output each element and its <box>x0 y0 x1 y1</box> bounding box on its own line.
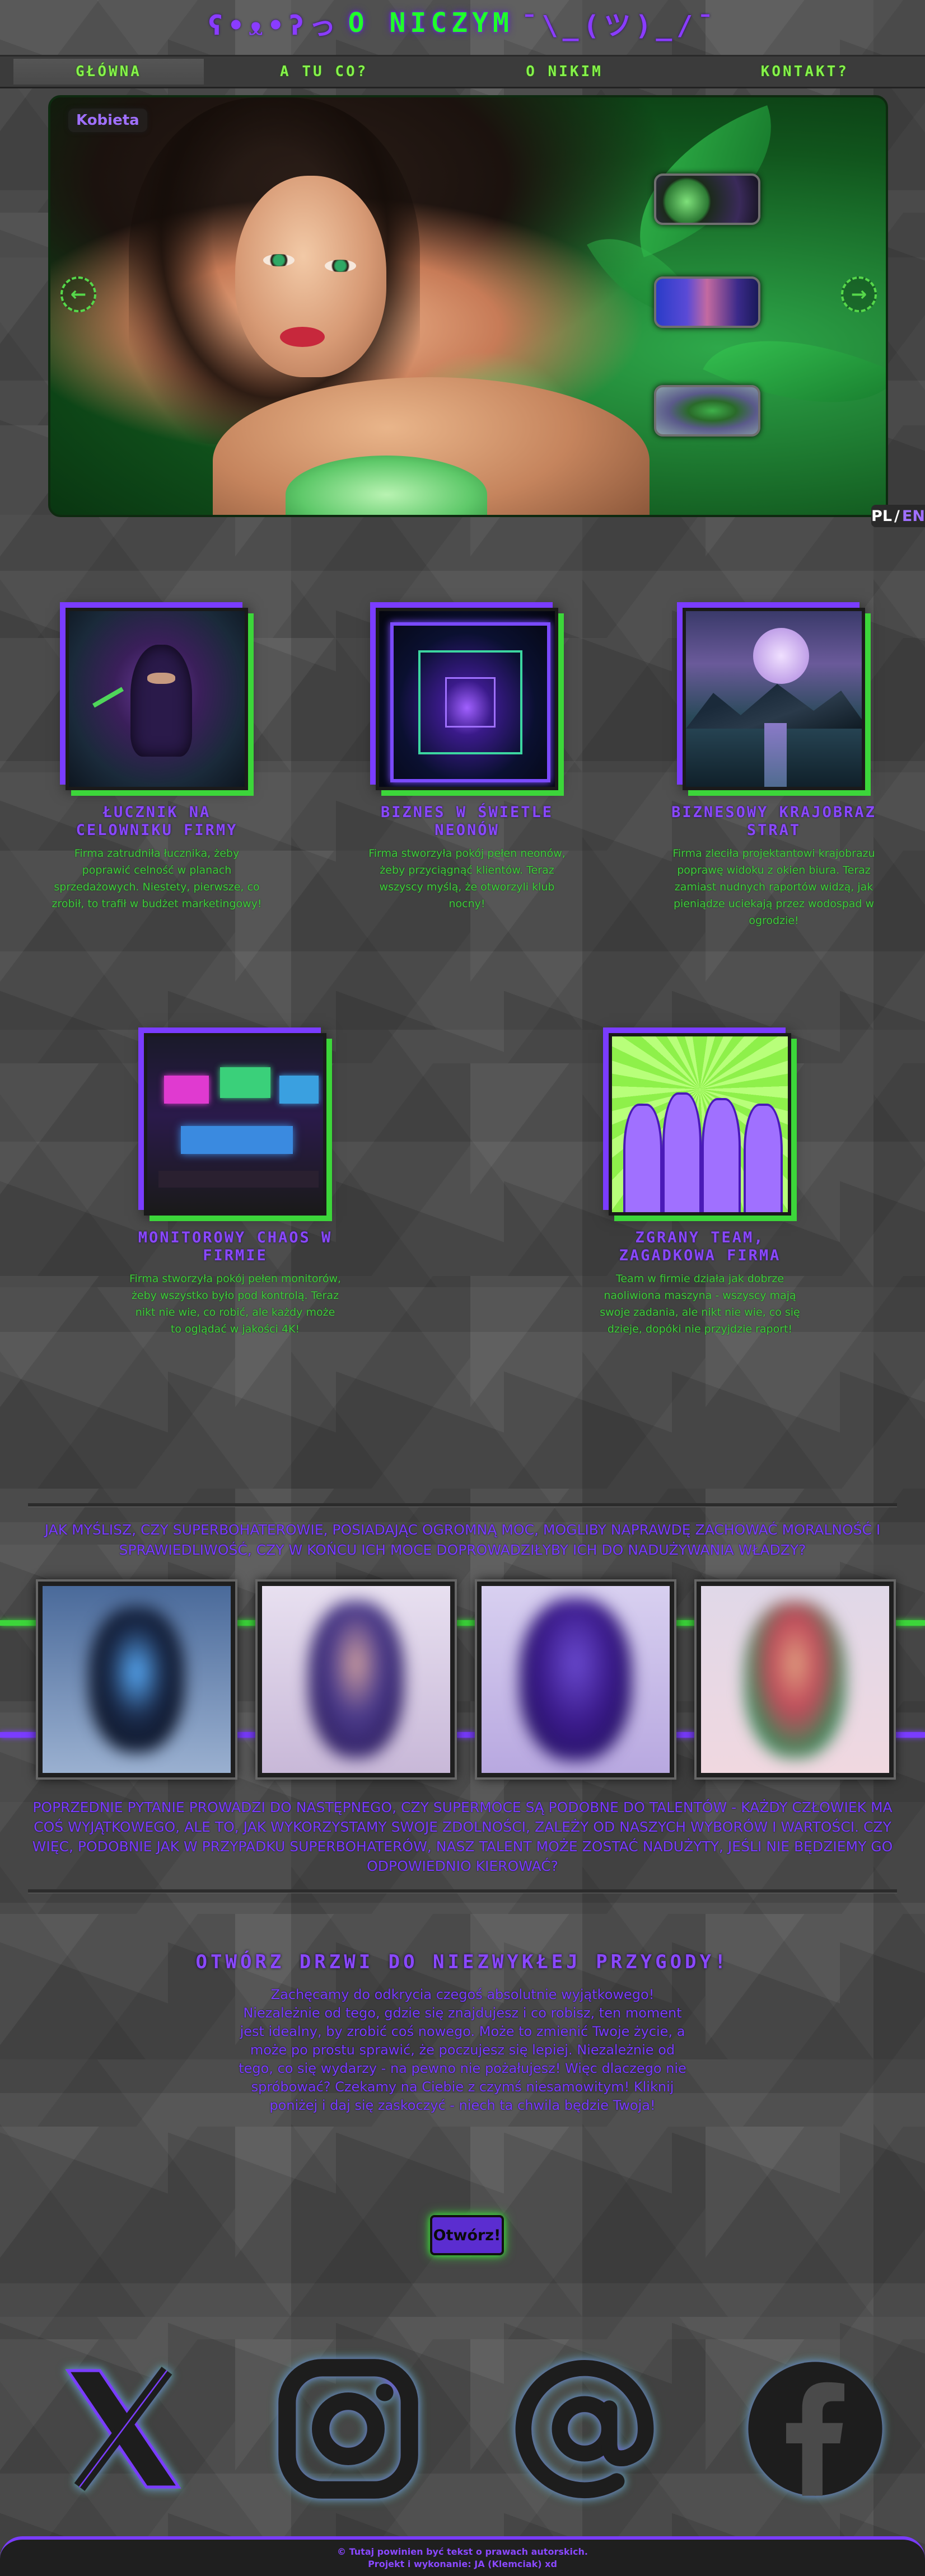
hero-lips <box>280 327 325 347</box>
card-image <box>609 1033 791 1216</box>
hero-eye <box>263 254 295 266</box>
hero-face <box>235 176 386 377</box>
card-archer: ŁUCZNIK NA CELOWNIKU FIRMY Firma zatrudn… <box>50 608 263 912</box>
lang-separator: / <box>894 507 900 525</box>
footer: © Tutaj powinien być tekst o prawach aut… <box>0 2536 925 2576</box>
hero-card-1[interactable] <box>38 1582 235 1777</box>
card-image <box>376 608 558 790</box>
card-text: Firma zatrudniła łucznika, żeby poprawić… <box>52 847 262 910</box>
card-neon: BIZNES W ŚWIETLE NEONÓW Firma stworzyła … <box>361 608 573 912</box>
card-title: ZGRANY TEAM, ZAGADKOWA FIRMA <box>619 1229 781 1264</box>
section-divider <box>28 1889 897 1893</box>
card-title: ŁUCZNIK NA CELOWNIKU FIRMY <box>76 804 238 839</box>
slider-next-button[interactable]: → <box>841 276 877 312</box>
title-emoticon-left: ʕ•ᴥ•ʔっ <box>207 10 340 41</box>
section-divider <box>28 1503 897 1507</box>
heroes-question: JAK MYŚLISZ, CZY SUPERBOHATEROWIE, POSIA… <box>44 1522 881 1558</box>
card-image <box>144 1033 326 1216</box>
hero-card-3[interactable] <box>477 1582 674 1777</box>
slider-prev-button[interactable]: ← <box>60 276 96 312</box>
hero-slider: ← → <box>48 95 888 517</box>
slider-thumb-fly[interactable] <box>654 385 760 437</box>
lang-pl[interactable]: PL <box>871 508 892 525</box>
nav-item-kontakt[interactable]: KONTAKT? <box>685 57 925 87</box>
open-button[interactable]: Otwórz! <box>430 2215 504 2255</box>
cta-heading: OTWÓRZ DRZWI DO NIEZWYKŁEJ PRZYGODY! <box>195 1951 730 1973</box>
card-title: MONITOROWY CHAOS W FIRMIE <box>138 1229 333 1264</box>
card-monitors: MONITOROWY CHAOS W FIRMIE Firma stworzył… <box>129 1033 342 1338</box>
heroes-answer: POPRZEDNIE PYTANIE PROWADZI DO NASTĘPNEG… <box>32 1799 893 1874</box>
hero-eye <box>325 260 356 272</box>
facebook-icon[interactable] <box>742 2356 888 2502</box>
slide-badge: Kobieta <box>68 109 147 132</box>
card-title: BIZNES W ŚWIETLE NEONÓW <box>380 804 554 839</box>
hero-card-4[interactable] <box>697 1582 894 1777</box>
lang-en[interactable]: EN <box>902 508 925 525</box>
main-nav: GŁÓWNA A TU CO? O NIKIM KONTAKT? <box>0 55 925 88</box>
nav-item-o-nikim[interactable]: O NIKIM <box>444 57 684 87</box>
nav-item-a-tu-co[interactable]: A TU CO? <box>204 57 444 87</box>
card-text: Firma zleciła projektantowi krajobrazu p… <box>672 847 875 927</box>
card-landscape: BIZNESOWY KRAJOBRAZ STRAT Firma zleciła … <box>667 608 880 929</box>
instagram-icon[interactable] <box>275 2356 421 2502</box>
title-emoticon-right: ¯\_(ツ)_/¯ <box>521 10 718 41</box>
card-image <box>683 608 865 790</box>
card-text: Firma stworzyła pokój pełen neonów, żeby… <box>368 847 566 910</box>
slider-thumb-cyber-man[interactable] <box>654 276 760 328</box>
copyright-text: © Tutaj powinien być tekst o prawach aut… <box>337 2546 588 2557</box>
card-text: Team w firmie działa jak dobrze naoliwio… <box>600 1273 800 1335</box>
nav-item-glowna[interactable]: GŁÓWNA <box>13 59 204 85</box>
site-title: ʕ•ᴥ•ʔっ O NICZYM ¯\_(ツ)_/¯ <box>0 0 925 46</box>
card-image <box>66 608 248 790</box>
arrow-right-icon: → <box>851 283 867 306</box>
card-title: BIZNESOWY KRAJOBRAZ STRAT <box>671 804 876 839</box>
cta-text: Zachęcamy do odkrycia czegoś absolutnie … <box>239 1987 686 2113</box>
title-text: O NICZYM <box>348 7 513 39</box>
arrow-left-icon: ← <box>70 283 87 306</box>
slider-thumb-planet[interactable] <box>654 173 760 225</box>
card-team: ZGRANY TEAM, ZAGADKOWA FIRMA Team w firm… <box>594 1033 806 1338</box>
hero-card-2[interactable] <box>258 1582 455 1777</box>
x-icon[interactable] <box>50 2356 196 2502</box>
language-switch: PL / EN <box>871 505 925 527</box>
card-text: Firma stworzyła pokój pełen monitorów, ż… <box>129 1273 342 1335</box>
at-icon[interactable] <box>512 2356 657 2502</box>
author-text: Projekt i wykonanie: JA (Klemciak) xd <box>368 2558 557 2569</box>
